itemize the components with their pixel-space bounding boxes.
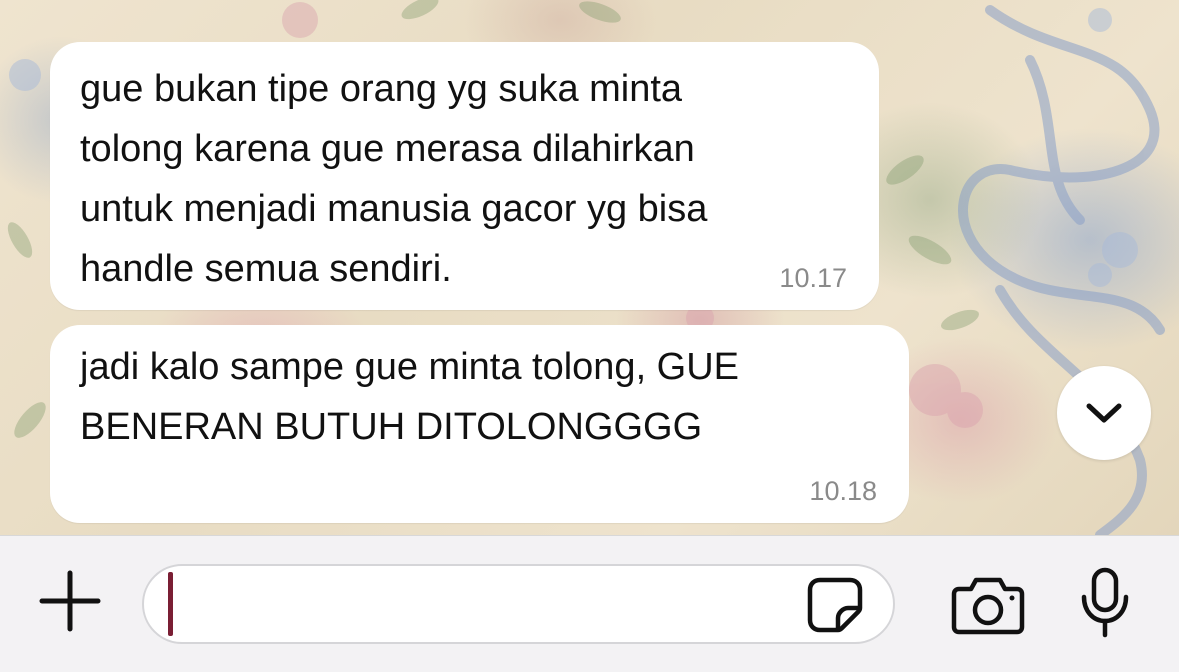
microphone-icon — [1081, 567, 1129, 638]
sticker-button[interactable] — [806, 576, 864, 634]
camera-icon — [951, 577, 1025, 635]
plus-icon — [39, 570, 101, 632]
incoming-message-bubble[interactable]: jadi kalo sampe gue minta tolong, GUE BE… — [50, 325, 909, 523]
attach-button[interactable] — [38, 569, 102, 633]
scroll-to-bottom-button[interactable] — [1057, 366, 1151, 460]
message-timestamp: 10.17 — [779, 263, 847, 293]
chevron-down-icon — [1086, 403, 1122, 423]
voice-message-button[interactable] — [1078, 567, 1132, 639]
message-text: gue bukan tipe orang yg suka minta tolon… — [80, 68, 708, 290]
incoming-message-bubble[interactable]: gue bukan tipe orang yg suka minta tolon… — [50, 42, 879, 310]
message-timestamp: 10.18 — [809, 476, 877, 506]
camera-button[interactable] — [951, 575, 1025, 635]
text-caret — [168, 572, 173, 636]
message-input[interactable] — [142, 564, 895, 644]
sticker-icon — [807, 577, 863, 633]
message-text: jadi kalo sampe gue minta tolong, GUE BE… — [80, 346, 740, 448]
